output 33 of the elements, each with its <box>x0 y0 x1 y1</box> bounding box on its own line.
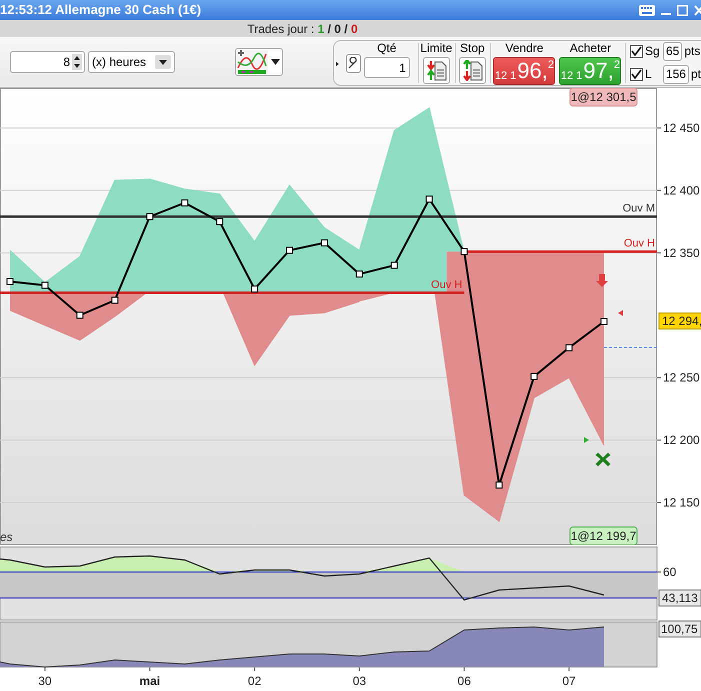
y-axis-label: 12 150 <box>663 496 700 510</box>
oscillator-value-label: 43,113 <box>658 590 701 606</box>
current-price-label: 12 294, <box>658 312 701 330</box>
y-axis-label: 12 350 <box>663 246 700 260</box>
limit-label: Limite <box>420 41 452 55</box>
unit-label: pts <box>684 43 700 60</box>
reference-label: Ouv M <box>622 202 655 215</box>
date-label: 07 <box>562 674 576 688</box>
date-label: 06 <box>458 674 471 688</box>
y-axis-label: 60 <box>663 565 676 579</box>
unit-label: pt <box>690 66 701 83</box>
date-label: 02 <box>248 674 262 688</box>
y-axis-label: 12 450 <box>663 120 700 135</box>
date-label: mai <box>139 674 160 688</box>
stop-label: L <box>644 66 653 83</box>
y-axis-label: 12 250 <box>663 370 700 385</box>
y-axis-label: 12 400 <box>663 183 700 198</box>
trades-counter: Trades jour : 1 / 0 / 0 <box>247 20 358 38</box>
order-badge: 1@12 199,7 <box>570 526 638 545</box>
quantity-label: Qté <box>377 41 396 55</box>
date-label: 03 <box>352 674 366 688</box>
price-label: Acheter <box>570 41 612 55</box>
stop-label: Stop <box>460 41 485 55</box>
date-label: 30 <box>38 674 52 688</box>
order-badge: 1@12 301,5 <box>570 88 638 106</box>
reference-label: Ouv H <box>624 238 655 250</box>
legend-text: es <box>0 530 13 544</box>
price-label: Vendre <box>505 41 544 55</box>
stop-label: Sg <box>644 43 661 60</box>
volume-value-label: 100,75 <box>658 620 701 638</box>
reference-label: Ouv H <box>431 278 462 291</box>
window-title: 12:53:12 Allemagne 30 Cash (1€) <box>0 1 202 20</box>
y-axis-label: 12 200 <box>663 433 700 448</box>
